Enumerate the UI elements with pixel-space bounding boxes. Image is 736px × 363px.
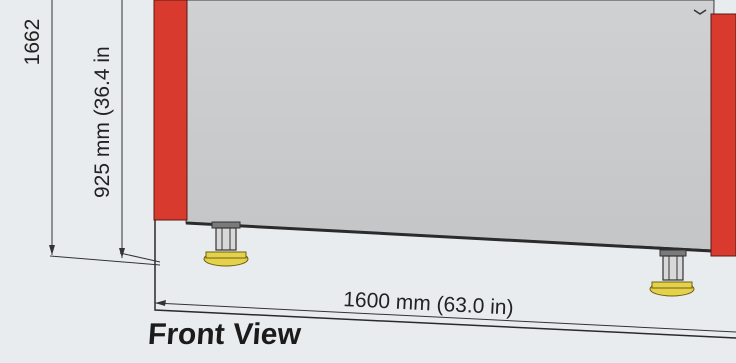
height-inner-label: 925 mm (36.4 in — [91, 46, 114, 198]
width-label: 1600 mm (63.0 in) — [343, 288, 514, 320]
view-title: Front View — [146, 318, 303, 351]
left-leveling-foot — [203, 221, 249, 267]
right-leveling-foot — [649, 249, 695, 297]
right-side-panel — [710, 13, 736, 257]
cabinet-front-panel — [185, 0, 715, 251]
drawing-canvas: 1662 925 mm (36.4 in 1600 mm (63.0 in) — [21, 0, 736, 339]
height-outer-label: 1662 — [21, 19, 44, 66]
front-view-diagram: 1662 925 mm (36.4 in 1600 mm (63.0 in) F… — [0, 0, 736, 363]
left-side-panel — [153, 0, 188, 221]
